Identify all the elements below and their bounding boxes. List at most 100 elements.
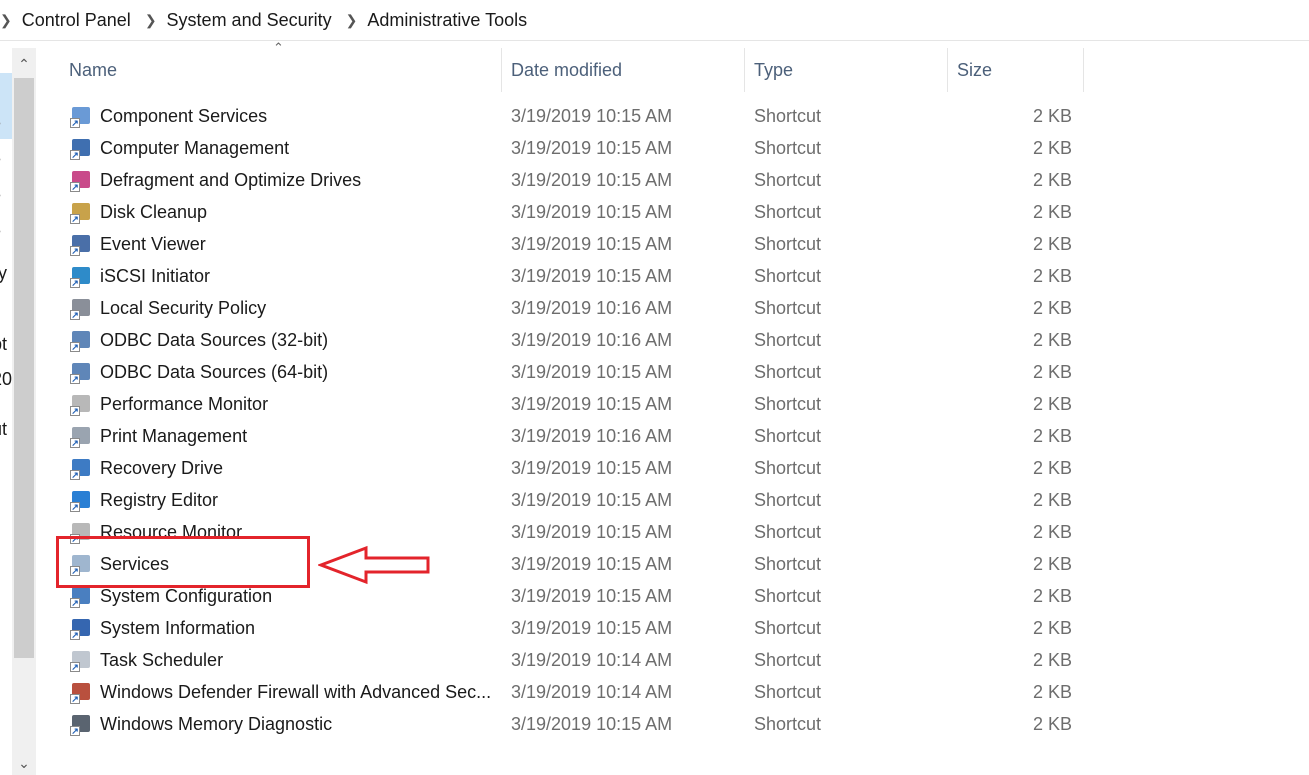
file-date-modified: 3/19/2019 10:14 AM [511, 650, 673, 670]
column-name-label: Name [69, 60, 118, 80]
file-date-modified: 3/19/2019 10:16 AM [511, 298, 673, 318]
column-date-modified[interactable]: Date modified [502, 48, 745, 92]
breadcrumb-administrative-tools[interactable]: Administrative Tools [367, 10, 527, 31]
file-row[interactable]: ↗ ODBC Data Sources (64-bit) 3/19/2019 10:… [60, 356, 1160, 388]
chevron-right-icon[interactable]: ❯ [346, 12, 358, 29]
file-row[interactable]: ↗ Component Services 3/19/2019 10:15 AM Sho… [60, 100, 1160, 132]
file-date-modified: 3/19/2019 10:15 AM [511, 138, 673, 158]
file-name: Defragment and Optimize Drives [100, 170, 362, 190]
pin-icon: • [0, 154, 5, 166]
file-date-modified: 3/19/2019 10:15 AM [511, 554, 673, 574]
file-name: Windows Defender Firewall with Advanced … [100, 682, 492, 702]
file-name: Windows Memory Diagnostic [100, 714, 333, 734]
file-date-modified: 3/19/2019 10:16 AM [511, 426, 673, 446]
odbc-icon: ↗ [70, 362, 92, 384]
memory-diagnostic-icon: ↗ [70, 714, 92, 736]
file-row[interactable]: ↗ Task Scheduler 3/19/2019 10:14 AM Shortcu… [60, 644, 1160, 676]
file-type: Shortcut [754, 650, 822, 670]
file-size: 2 KB [1032, 170, 1072, 190]
file-type: Shortcut [754, 714, 822, 734]
file-name: Computer Management [100, 138, 290, 158]
highlight-box [56, 536, 310, 588]
file-date-modified: 3/19/2019 10:15 AM [511, 266, 673, 286]
nav-item-fragment[interactable]: ut [0, 419, 7, 440]
file-date-modified: 3/19/2019 10:14 AM [511, 682, 673, 702]
file-row[interactable]: ↗ Windows Defender Firewall with Advanced… [60, 676, 1160, 708]
nav-scrollbar[interactable]: ⌃ ⌄ [12, 48, 36, 775]
file-row[interactable]: ↗ Registry Editor 3/19/2019 10:15 AM Shortc… [60, 484, 1160, 516]
file-row[interactable]: ↗ System Information 3/19/2019 10:15 AM Sho… [60, 612, 1160, 644]
scroll-up-icon[interactable]: ⌃ [12, 52, 36, 76]
file-date-modified: 3/19/2019 10:15 AM [511, 714, 673, 734]
file-row[interactable]: ↗ Computer Management 3/19/2019 10:15 AM Sh… [60, 132, 1160, 164]
pin-icon: • [0, 190, 5, 202]
scroll-down-icon[interactable]: ⌄ [12, 751, 36, 775]
file-size: 2 KB [1032, 298, 1072, 318]
navigation-pane[interactable]: • • • • ry pt 20 ut [0, 41, 12, 775]
scroll-thumb[interactable] [14, 78, 34, 658]
system-configuration-icon: ↗ [70, 586, 92, 608]
pointer-arrow-icon [318, 545, 430, 585]
breadcrumb: ❯ Control Panel ❯ System and Security ❯ … [0, 0, 1309, 41]
event-viewer-icon: ↗ [70, 234, 92, 256]
file-name: ODBC Data Sources (64-bit) [100, 362, 329, 382]
security-policy-icon: ↗ [70, 298, 92, 320]
system-information-icon: ↗ [70, 618, 92, 640]
file-date-modified: 3/19/2019 10:15 AM [511, 522, 673, 542]
file-row[interactable]: ↗ Print Management 3/19/2019 10:16 AM Short… [60, 420, 1160, 452]
file-size: 2 KB [1032, 714, 1072, 734]
disk-cleanup-icon: ↗ [70, 202, 92, 224]
breadcrumb-system-and-security[interactable]: System and Security [167, 10, 332, 31]
column-size[interactable]: Size [948, 48, 1084, 92]
file-name: ODBC Data Sources (32-bit) [100, 330, 329, 350]
file-size: 2 KB [1032, 394, 1072, 414]
file-size: 2 KB [1032, 650, 1072, 670]
file-date-modified: 3/19/2019 10:15 AM [511, 458, 673, 478]
file-row[interactable]: ↗ Event Viewer 3/19/2019 10:15 AM Shortcut 2… [60, 228, 1160, 260]
file-row[interactable]: ↗ Local Security Policy 3/19/2019 10:16 AM… [60, 292, 1160, 324]
file-type: Shortcut [754, 554, 822, 574]
file-row[interactable]: ↗ Performance Monitor 3/19/2019 10:15 AM Sh… [60, 388, 1160, 420]
file-size: 2 KB [1032, 522, 1072, 542]
column-type[interactable]: Type [745, 48, 948, 92]
file-type: Shortcut [754, 458, 822, 478]
file-row[interactable]: ↗ Disk Cleanup 3/19/2019 10:15 AM Shortcut 2… [60, 196, 1160, 228]
file-date-modified: 3/19/2019 10:15 AM [511, 394, 673, 414]
nav-item-fragment[interactable]: ry [0, 263, 7, 284]
file-name: Component Services [100, 106, 268, 126]
file-size: 2 KB [1032, 138, 1072, 158]
file-size: 2 KB [1032, 266, 1072, 286]
file-date-modified: 3/19/2019 10:15 AM [511, 202, 673, 222]
nav-item-fragment[interactable]: 20 [0, 369, 12, 390]
iscsi-initiator-icon: ↗ [70, 266, 92, 288]
nav-item-fragment[interactable]: pt [0, 334, 7, 355]
file-row[interactable]: ↗ iSCSI Initiator 3/19/2019 10:15 AM Shortc… [60, 260, 1160, 292]
file-date-modified: 3/19/2019 10:15 AM [511, 586, 673, 606]
file-date-modified: 3/19/2019 10:15 AM [511, 234, 673, 254]
nav-selected-item[interactable] [0, 73, 12, 139]
chevron-right-icon: ❯ [0, 11, 12, 28]
file-type: Shortcut [754, 170, 822, 190]
recovery-drive-icon: ↗ [70, 458, 92, 480]
file-name: Performance Monitor [100, 394, 269, 414]
file-name: System Information [100, 618, 256, 638]
file-row[interactable]: ↗ Recovery Drive 3/19/2019 10:15 AM Shortcu… [60, 452, 1160, 484]
file-row[interactable]: ↗ Windows Memory Diagnostic 3/19/2019 10:1… [60, 708, 1160, 740]
file-type: Shortcut [754, 426, 822, 446]
file-size: 2 KB [1032, 106, 1072, 126]
column-type-label: Type [754, 60, 794, 80]
file-type: Shortcut [754, 234, 822, 254]
print-management-icon: ↗ [70, 426, 92, 448]
breadcrumb-control-panel[interactable]: Control Panel [22, 10, 131, 31]
file-type: Shortcut [754, 362, 822, 382]
odbc-icon: ↗ [70, 330, 92, 352]
column-name[interactable]: Name [60, 48, 502, 92]
file-type: Shortcut [754, 202, 822, 222]
file-row[interactable]: ↗ ODBC Data Sources (32-bit) 3/19/2019 10:… [60, 324, 1160, 356]
file-row[interactable]: ↗ Defragment and Optimize Drives 3/19/2019… [60, 164, 1160, 196]
column-size-label: Size [957, 60, 993, 80]
chevron-right-icon[interactable]: ❯ [145, 12, 157, 29]
file-name: Print Management [100, 426, 248, 446]
pin-icon: • [0, 226, 5, 238]
file-size: 2 KB [1032, 586, 1072, 606]
